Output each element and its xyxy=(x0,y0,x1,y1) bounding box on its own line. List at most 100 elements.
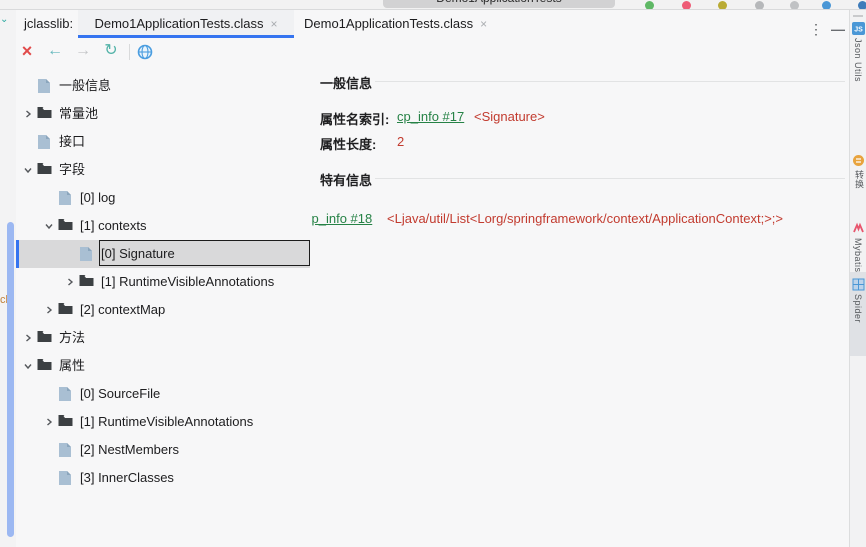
tab-title: Demo1ApplicationTests.class xyxy=(304,16,473,31)
jclasslib-toolbar: × ← → ↻ xyxy=(16,38,849,66)
cp-info-17-link[interactable]: cp_info #17 xyxy=(397,109,464,124)
tree-item[interactable]: [2] NestMembers xyxy=(16,436,310,464)
toolbar-separator xyxy=(129,44,130,60)
chevron-right-icon[interactable] xyxy=(64,275,78,289)
ide-main-toolbar: Demo1ApplicationTests xyxy=(0,0,866,10)
signature-value: <Ljava/util/List<Lorg/springframework/co… xyxy=(387,211,783,226)
folder-icon xyxy=(58,302,74,318)
info-icon[interactable] xyxy=(822,1,831,10)
tree-item[interactable]: [1] contexts xyxy=(16,212,310,240)
section-rule xyxy=(375,178,845,179)
chevron-down-icon[interactable] xyxy=(22,359,36,373)
profiler-icon[interactable] xyxy=(755,1,764,10)
tree-item-label: [1] RuntimeVisibleAnnotations xyxy=(80,408,253,436)
tree-item-label: [0] Signature xyxy=(101,240,175,268)
chevron-down-icon[interactable] xyxy=(22,163,36,177)
stripe-item-label[interactable]: Spider xyxy=(853,294,863,323)
file-icon xyxy=(58,190,74,206)
right-toolwindow-stripe: JSJson Utils转换MybatisXSpider xyxy=(849,10,866,547)
file-icon xyxy=(58,442,74,458)
panel-title: jclasslib: xyxy=(24,10,73,38)
tree-item-label: 一般信息 xyxy=(59,72,111,100)
mybatisx-icon[interactable] xyxy=(852,222,865,235)
tree-item[interactable]: 常量池 xyxy=(16,100,310,128)
general-info-header: 一般信息 xyxy=(320,73,372,92)
folder-icon xyxy=(37,106,53,122)
tree-item[interactable]: [0] SourceFile xyxy=(16,380,310,408)
tab-close-icon[interactable]: × xyxy=(480,17,487,31)
forward-arrow-icon[interactable]: → xyxy=(72,38,94,66)
editor-fold-chevron-icon: ⌄ xyxy=(0,14,8,25)
cp-info-18-link[interactable]: cp_info #18 xyxy=(311,211,372,226)
tree-item[interactable]: 属性 xyxy=(16,352,310,380)
tree-item-label: [3] InnerClasses xyxy=(80,464,174,492)
folder-icon xyxy=(37,358,53,374)
close-icon[interactable]: × xyxy=(16,38,38,66)
attribute-length-label: 属性长度: xyxy=(320,134,376,153)
stripe-separator xyxy=(853,15,863,17)
jclasslib-tab-bar: jclasslib: Demo1ApplicationTests.class× … xyxy=(0,10,866,39)
tab-close-icon[interactable]: × xyxy=(271,17,278,31)
tree-item-label: 字段 xyxy=(59,156,85,184)
back-arrow-icon[interactable]: ← xyxy=(44,38,66,66)
tree-item-label: [2] contextMap xyxy=(80,296,165,324)
class-structure-tree: 一般信息常量池接口字段[0] log[1] contexts[0] Signat… xyxy=(16,66,310,547)
tree-item-label: 常量池 xyxy=(59,100,98,128)
tree-selection-accent xyxy=(16,240,19,268)
web-browser-icon[interactable] xyxy=(134,38,156,66)
tree-item[interactable]: 字段 xyxy=(16,156,310,184)
file-icon xyxy=(79,246,95,262)
attribute-detail-pane: 一般信息 属性名索引: cp_info #17 <Signature> 属性长度… xyxy=(311,66,849,547)
stripe-item-label[interactable]: Json Utils xyxy=(853,38,863,82)
tree-item-label: [2] NestMembers xyxy=(80,436,179,464)
chevron-right-icon[interactable] xyxy=(22,331,36,345)
tree-item-label: [1] contexts xyxy=(80,212,146,240)
refresh-icon[interactable]: ↻ xyxy=(100,38,122,66)
folder-icon xyxy=(37,162,53,178)
folder-icon xyxy=(37,330,53,346)
folder-icon xyxy=(58,414,74,430)
tree-item[interactable]: [0] log xyxy=(16,184,310,212)
debug-icon[interactable] xyxy=(682,1,691,10)
specific-info-header: 特有信息 xyxy=(320,170,372,189)
coverage-icon[interactable] xyxy=(718,1,727,10)
more-options-icon[interactable]: ⋮ xyxy=(809,22,823,36)
tree-item[interactable]: [2] contextMap xyxy=(16,296,310,324)
stripe-item-label[interactable]: 转换 xyxy=(853,170,866,189)
tree-item[interactable]: [0] Signature xyxy=(16,240,310,268)
file-icon xyxy=(58,386,74,402)
tree-item[interactable]: 一般信息 xyxy=(16,72,310,100)
tab-demo1applicationtests-active[interactable]: Demo1ApplicationTests.class× xyxy=(78,10,294,38)
tree-item-label: 接口 xyxy=(59,128,85,156)
grid-icon[interactable] xyxy=(852,278,865,291)
tree-item[interactable]: 接口 xyxy=(16,128,310,156)
attribute-name-value: <Signature> xyxy=(474,109,545,124)
folder-icon xyxy=(79,274,95,290)
file-icon xyxy=(37,78,53,94)
convert-icon[interactable] xyxy=(852,154,865,167)
tab-demo1applicationtests-inactive[interactable]: Demo1ApplicationTests.class × xyxy=(294,10,508,38)
tree-item-label: 属性 xyxy=(59,352,85,380)
attribute-name-index-label: 属性名索引: xyxy=(320,109,389,128)
stop-icon[interactable] xyxy=(790,1,799,10)
editor-behind-panel: ⌄ cl. xyxy=(0,10,16,547)
run-configuration-selector[interactable]: Demo1ApplicationTests xyxy=(383,0,615,8)
run-icon[interactable] xyxy=(645,1,654,10)
tree-item[interactable]: [1] RuntimeVisibleAnnotations xyxy=(16,268,310,296)
js-icon[interactable]: JS xyxy=(852,22,865,35)
tree-item-label: [1] RuntimeVisibleAnnotations xyxy=(101,268,274,296)
hide-panel-icon[interactable]: — xyxy=(831,22,845,36)
file-icon xyxy=(58,470,74,486)
folder-icon xyxy=(58,218,74,234)
svg-text:JS: JS xyxy=(854,27,863,34)
tree-item[interactable]: [1] RuntimeVisibleAnnotations xyxy=(16,408,310,436)
chevron-right-icon[interactable] xyxy=(43,415,57,429)
tree-item[interactable]: [3] InnerClasses xyxy=(16,464,310,492)
user-icon[interactable] xyxy=(858,1,866,10)
tree-item[interactable]: 方法 xyxy=(16,324,310,352)
file-icon xyxy=(37,134,53,150)
editor-scrollbar[interactable] xyxy=(7,222,14,537)
chevron-right-icon[interactable] xyxy=(22,107,36,121)
chevron-down-icon[interactable] xyxy=(43,219,57,233)
chevron-right-icon[interactable] xyxy=(43,303,57,317)
